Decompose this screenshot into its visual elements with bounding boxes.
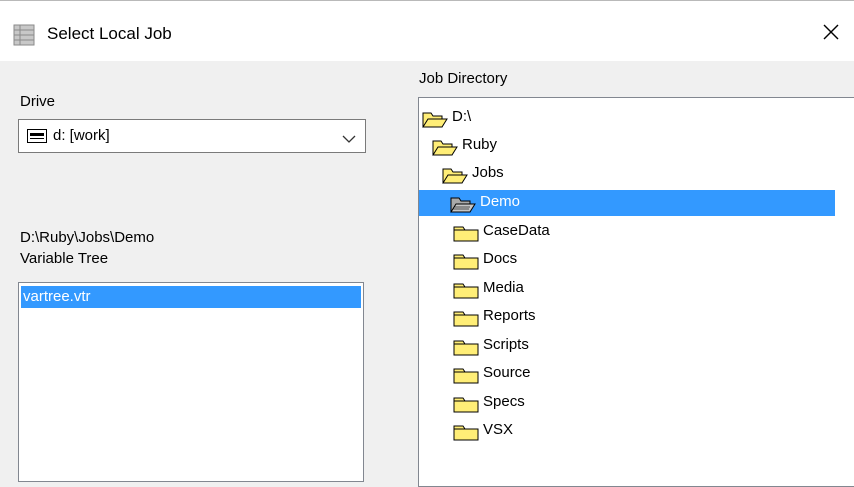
tree-item-label: Demo xyxy=(480,193,521,210)
tree-item-root[interactable]: D:\ xyxy=(422,105,542,131)
window-title: Select Local Job xyxy=(47,24,172,43)
open-folder-icon xyxy=(432,138,458,156)
job-directory-tree[interactable]: D:\ Ruby Jobs Demo CaseData Docs Media R… xyxy=(418,97,854,487)
app-icon xyxy=(13,24,35,46)
open-folder-selected-icon xyxy=(450,195,476,213)
tree-item-ruby[interactable]: Ruby xyxy=(432,133,552,159)
tree-item-jobs[interactable]: Jobs xyxy=(442,161,562,187)
tree-item-specs[interactable]: Specs xyxy=(453,390,603,416)
folder-icon xyxy=(453,252,479,270)
title-bar: Select Local Job xyxy=(0,0,854,61)
drive-select[interactable]: d: [work] xyxy=(18,119,366,153)
list-item[interactable]: vartree.vtr xyxy=(21,286,361,308)
tree-item-label: D:\ xyxy=(452,108,472,125)
chevron-down-icon[interactable] xyxy=(342,131,356,147)
folder-icon xyxy=(453,423,479,441)
folder-icon xyxy=(453,338,479,356)
tree-item-vsx[interactable]: VSX xyxy=(453,418,603,444)
variable-tree-label: Variable Tree xyxy=(20,250,109,267)
close-button[interactable] xyxy=(808,1,854,62)
variable-tree-list[interactable]: vartree.vtr xyxy=(18,282,364,482)
tree-item-label: Docs xyxy=(483,250,518,267)
tree-item-media[interactable]: Media xyxy=(453,276,603,302)
tree-item-source[interactable]: Source xyxy=(453,361,603,387)
current-path: D:\Ruby\Jobs\Demo xyxy=(20,229,155,246)
tree-item-label: Source xyxy=(483,364,531,381)
tree-item-reports[interactable]: Reports xyxy=(453,304,603,330)
folder-icon xyxy=(453,281,479,299)
tree-item-label: Ruby xyxy=(462,136,498,153)
folder-icon xyxy=(453,224,479,242)
open-folder-icon xyxy=(442,166,468,184)
open-folder-icon xyxy=(422,110,448,128)
drive-select-value: d: [work] xyxy=(53,127,110,144)
tree-item-label: Media xyxy=(483,279,524,296)
tree-item-label: Scripts xyxy=(483,336,529,353)
drive-label: Drive xyxy=(20,93,56,110)
close-icon xyxy=(823,24,839,39)
folder-icon xyxy=(453,309,479,327)
tree-item-casedata[interactable]: CaseData xyxy=(453,219,603,245)
tree-item-label: VSX xyxy=(483,421,514,438)
folder-icon xyxy=(453,366,479,384)
drive-icon xyxy=(27,129,47,146)
tree-item-label: Jobs xyxy=(472,164,504,181)
tree-item-label: CaseData xyxy=(483,222,550,239)
tree-item-scripts[interactable]: Scripts xyxy=(453,333,603,359)
tree-item-label: Specs xyxy=(483,393,525,410)
tree-item-label: Reports xyxy=(483,307,536,324)
folder-icon xyxy=(453,395,479,413)
job-directory-label: Job Directory xyxy=(419,70,508,87)
tree-item-docs[interactable]: Docs xyxy=(453,247,603,273)
tree-item-demo[interactable]: Demo xyxy=(419,190,835,216)
